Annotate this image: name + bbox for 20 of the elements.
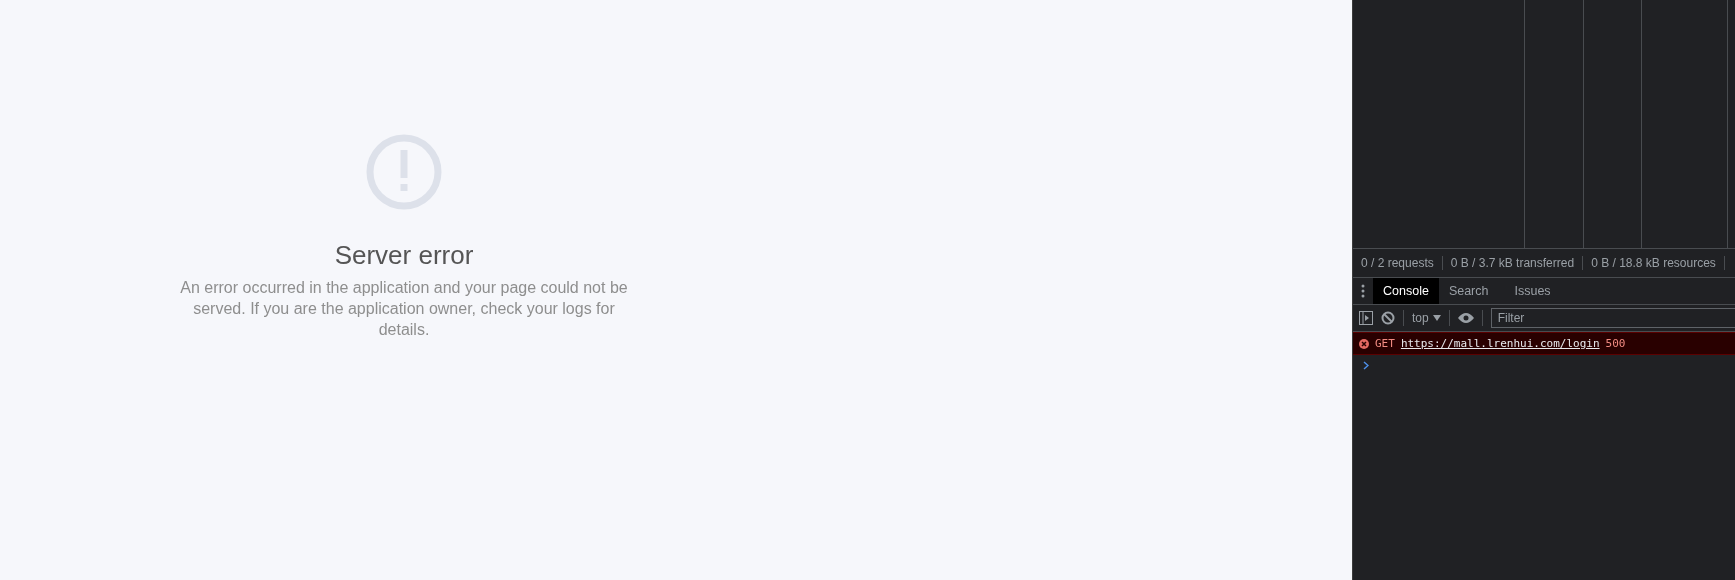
network-summary: 0 / 2 requests: [1353, 256, 1443, 270]
devtools-tab[interactable]: Console: [1373, 278, 1439, 304]
request-method: GET: [1375, 337, 1395, 350]
network-summary: 0 B / 3.7 kB transferred: [1442, 256, 1584, 270]
clear-icon[interactable]: [1381, 311, 1395, 325]
context-select[interactable]: top: [1412, 311, 1441, 325]
network-summary: 0 B / 18.8 kB resources: [1583, 256, 1725, 270]
caret-icon: [1432, 315, 1441, 321]
eye-icon[interactable]: [1457, 313, 1474, 323]
devtools-tab[interactable]: Search: [1438, 278, 1499, 304]
filter-field[interactable]: Filter: [1490, 308, 1735, 328]
sidebar-icon[interactable]: [1359, 311, 1373, 325]
status-code: 500: [1605, 337, 1626, 350]
error-title: Server error: [334, 240, 474, 271]
devtools-tab[interactable]: Issues: [1504, 278, 1561, 304]
error-message: An error occurred in the application and your page could not be served. If you are the application owner, check your logs for details.: [179, 278, 629, 340]
request-link[interactable]: https://mall.lrenhui.com/login: [1400, 337, 1600, 350]
warning-icon: [366, 134, 442, 210]
error-icon: [1359, 338, 1369, 349]
prompt-icon[interactable]: [1363, 361, 1369, 370]
